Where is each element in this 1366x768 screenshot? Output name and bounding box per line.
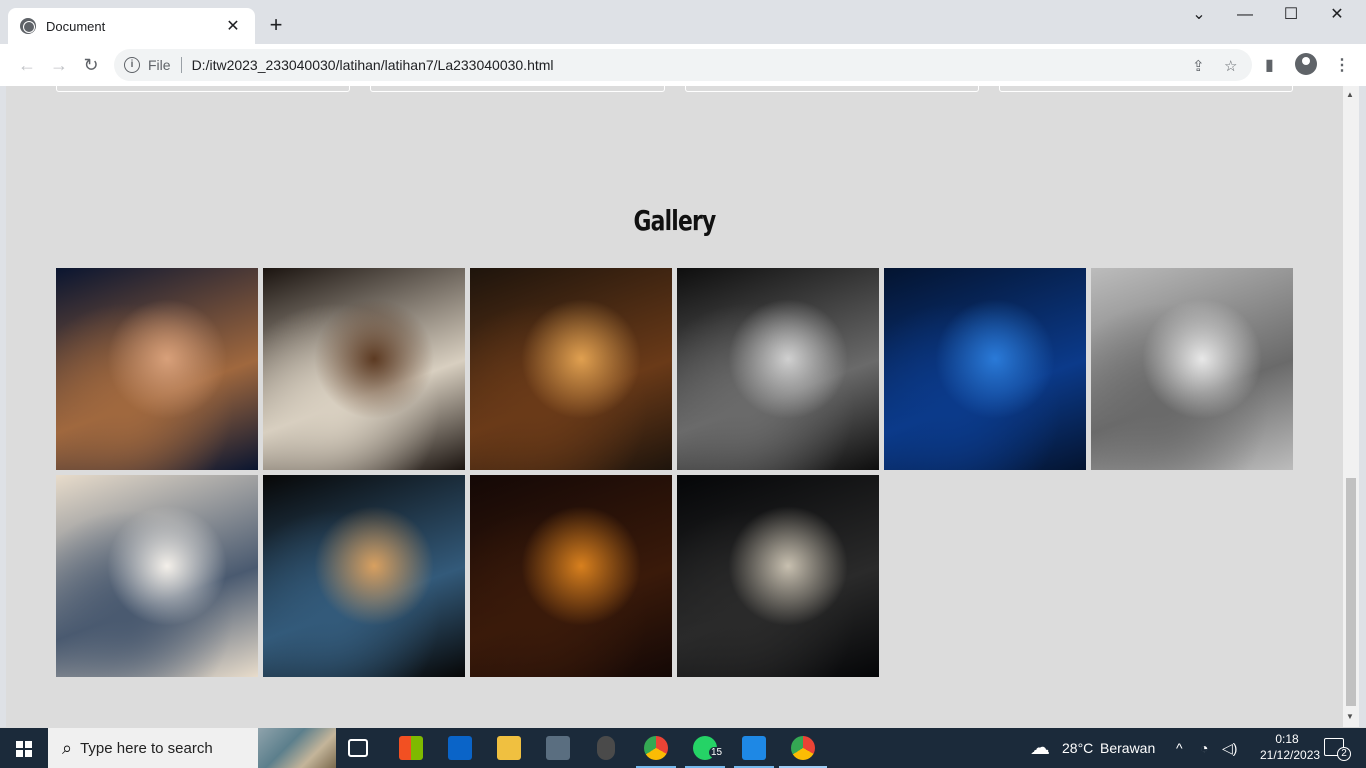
whatsapp-badge: 15	[709, 747, 725, 758]
page-viewport: Gallery	[6, 86, 1343, 727]
card-bottom-edge	[999, 86, 1293, 92]
blue-forest-photo	[884, 268, 1086, 470]
clock-time: 0:18	[1275, 732, 1299, 746]
menu-icon[interactable]: ⋮	[1334, 55, 1350, 75]
network-icon[interactable]: ◔	[1200, 728, 1208, 768]
card-bottom-edge	[56, 86, 350, 92]
scroll-down-icon[interactable]: ▼	[1346, 712, 1354, 721]
window-city-photo	[263, 475, 465, 677]
back-button[interactable]: ←	[14, 52, 40, 78]
scheme-label: File	[148, 57, 171, 73]
dark-bridge-photo	[470, 475, 672, 677]
volume-icon[interactable]: ◁)	[1222, 728, 1237, 768]
tab-search-button[interactable]: ⌄	[1176, 4, 1222, 28]
forward-button[interactable]: →	[46, 52, 72, 78]
window-border-right	[1359, 86, 1366, 727]
cloud-icon[interactable]: ☁	[1030, 728, 1050, 768]
scrollbar-thumb[interactable]	[1346, 478, 1356, 706]
file-explorer-icon[interactable]	[497, 736, 521, 760]
taskbar: ⌕ Type here to search ☁ 28°C Berawan ^ ◔…	[0, 728, 1366, 768]
clock-date: 21/12/2023	[1260, 748, 1321, 762]
iced-coffee-photo	[263, 268, 465, 470]
scroll-up-icon[interactable]: ▲	[1346, 90, 1354, 99]
snowy-mountains-photo	[56, 475, 258, 677]
weather-text[interactable]: Berawan	[1100, 728, 1155, 768]
globe-icon	[20, 18, 36, 34]
info-icon[interactable]: i	[124, 57, 140, 73]
url-text[interactable]: D:/itw2023_233040030/latihan/latihan7/La…	[192, 57, 554, 73]
mail-icon[interactable]	[448, 736, 472, 760]
beach-man-photo	[1091, 268, 1293, 470]
search-icon: ⌕	[62, 737, 73, 758]
shadow-wall-photo	[677, 475, 879, 677]
tab-close-icon[interactable]: ✕	[223, 16, 243, 36]
tray-chevron-icon[interactable]: ^	[1176, 728, 1183, 768]
camera-icon[interactable]	[546, 736, 570, 760]
tab-document[interactable]: Document ✕	[8, 8, 255, 44]
gallery-heading: Gallery	[633, 204, 717, 237]
new-tab-button[interactable]: +	[262, 12, 290, 40]
fashion-portrait-photo	[677, 268, 879, 470]
search-highlight-image	[258, 728, 336, 768]
tab-strip: Document ✕ + ⌄ — ☐ ✕	[0, 0, 1366, 44]
maximize-button[interactable]: ☐	[1268, 4, 1314, 28]
share-icon[interactable]: ⇪	[1192, 57, 1205, 75]
star-icon[interactable]: ☆	[1224, 57, 1237, 75]
notification-icon[interactable]: 2	[1324, 738, 1351, 761]
minimize-button[interactable]: —	[1222, 4, 1268, 28]
close-window-button[interactable]: ✕	[1314, 4, 1360, 28]
snake-photo	[56, 268, 258, 470]
reload-button[interactable]: ↻	[78, 52, 104, 78]
profile-icon[interactable]	[1295, 53, 1317, 75]
card-bottom-edge	[370, 86, 665, 92]
browser-chrome: Document ✕ + ⌄ — ☐ ✕ ← → ↻ i File D:/itw…	[0, 0, 1366, 86]
vscode-icon[interactable]	[742, 736, 766, 760]
clock[interactable]: 0:18 21/12/2023	[1260, 731, 1321, 763]
task-view-icon[interactable]	[348, 739, 368, 757]
chrome-active-icon[interactable]	[791, 736, 815, 760]
weather-temp[interactable]: 28°C	[1062, 728, 1093, 768]
card-bottom-edge	[685, 86, 979, 92]
night-street-photo	[470, 268, 672, 470]
search-placeholder: Type here to search	[80, 739, 213, 757]
mouse-icon[interactable]	[597, 736, 615, 760]
divider	[180, 57, 182, 73]
chrome-icon[interactable]	[644, 736, 668, 760]
side-panel-icon[interactable]: ▮	[1265, 55, 1274, 75]
browser-toolbar: ← → ↻ i File D:/itw2023_233040030/latiha…	[0, 44, 1366, 86]
store-icon[interactable]	[399, 736, 423, 760]
notification-count: 2	[1337, 747, 1351, 761]
tab-title: Document	[46, 18, 106, 34]
start-button[interactable]	[0, 728, 48, 768]
scrollbar[interactable]: ▲ ▼	[1343, 86, 1359, 727]
address-bar[interactable]: i File D:/itw2023_233040030/latihan/lati…	[114, 49, 1252, 81]
